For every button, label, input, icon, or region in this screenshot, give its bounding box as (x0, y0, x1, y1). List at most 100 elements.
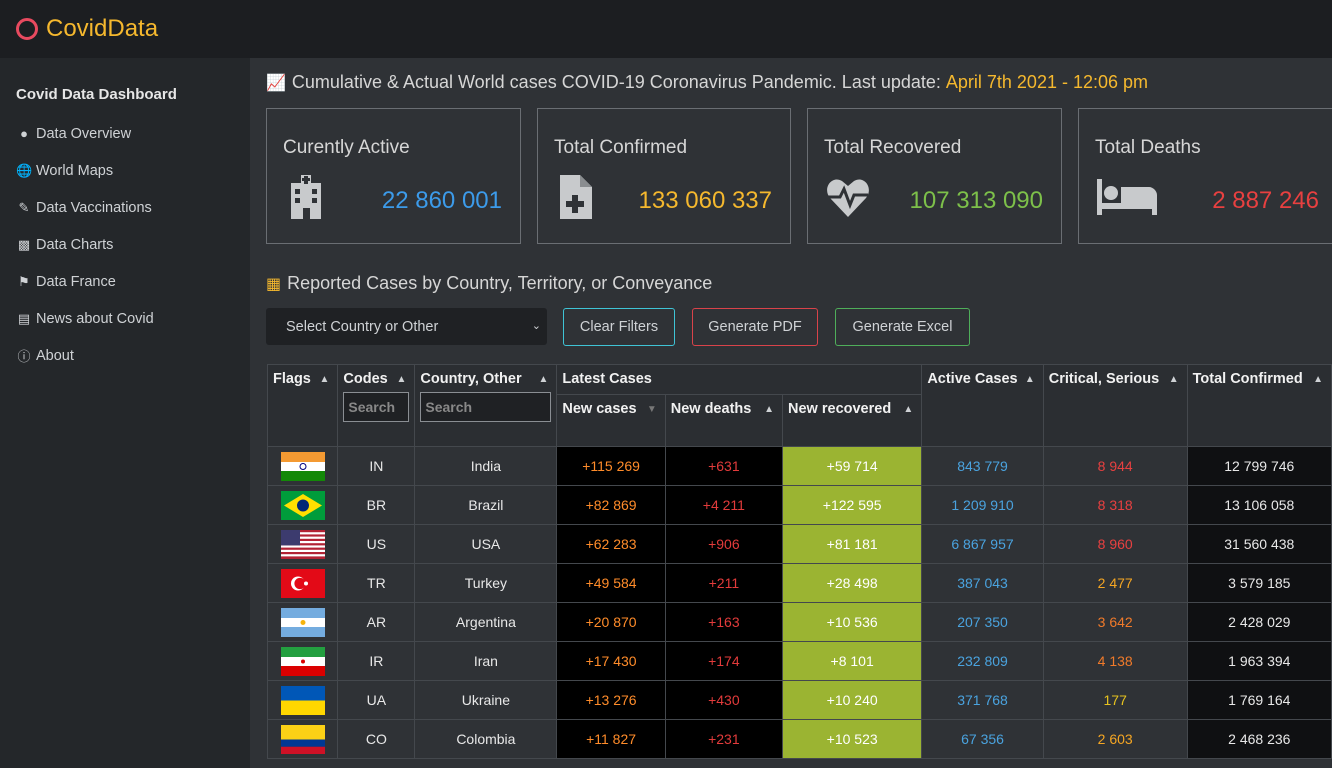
new-recovered-cell: +10 240 (782, 680, 923, 720)
new-recovered-cell: +8 101 (782, 641, 923, 681)
code-cell: UA (337, 680, 416, 720)
table-row[interactable]: US USA +62 283 +906 +81 181 6 867 957 8 960 31 … (266, 524, 1332, 564)
active-cases-cell: 232 809 (921, 641, 1044, 681)
table-row[interactable]: TR Turkey +49 584 +211 +28 498 387 043 2 477 3 … (266, 563, 1332, 603)
sort-asc-icon[interactable]: ▲ (764, 404, 774, 415)
critical-cell: 2 477 (1042, 563, 1188, 603)
flag-cell (266, 485, 339, 525)
code-cell: IR (337, 641, 416, 681)
sidebar-item-data-overview[interactable]: ● Data Overview (0, 115, 250, 152)
country-cell: Ukraine (414, 680, 558, 720)
critical-cell: 8 960 (1042, 524, 1188, 564)
card-total-recovered: Total Recovered 107 313 090 (807, 108, 1062, 244)
page-headline: 📈 Cumulative & Actual World cases COVID-… (266, 72, 1148, 93)
sidebar-item-about[interactable]: ⓘ About (0, 337, 250, 374)
flag-iran-icon (280, 646, 325, 676)
brand-name[interactable]: CovidData (46, 15, 158, 43)
code-cell: CO (337, 719, 416, 759)
country-cell: Brazil (414, 485, 558, 525)
new-deaths-cell: +4 211 (664, 485, 784, 525)
new-recovered-cell: +122 595 (782, 485, 923, 525)
table-row[interactable]: IR Iran +17 430 +174 +8 101 232 809 4 138 1 963… (266, 641, 1332, 681)
header-critical[interactable]: Critical, Serious ▲ (1042, 364, 1188, 447)
header-new-deaths[interactable]: New deaths ▲ (664, 394, 784, 447)
new-recovered-cell: +81 181 (782, 524, 923, 564)
sidebar-item-news[interactable]: ▤ News about Covid (0, 300, 250, 337)
active-cases-cell: 371 768 (921, 680, 1044, 720)
country-cell: Turkey (414, 563, 558, 603)
table-row[interactable]: BR Brazil +82 869 +4 211 +122 595 1 209 910 8 … (266, 485, 1332, 525)
sidebar: Covid Data Dashboard ● Data Overview 🌐 W… (0, 58, 250, 768)
sort-asc-icon[interactable]: ▲ (396, 374, 406, 385)
active-cases-cell: 387 043 (921, 563, 1044, 603)
sort-asc-icon[interactable]: ▲ (1025, 374, 1035, 385)
card-currently-active: Curently Active 22 860 001 (266, 108, 521, 244)
header-new-cases[interactable]: New cases ▼ (556, 394, 666, 447)
card-value: 133 060 337 (638, 187, 772, 214)
sidebar-item-label: Data Overview (36, 125, 132, 142)
sidebar-title: Covid Data Dashboard (16, 86, 177, 103)
country-search-input[interactable]: Search (420, 392, 552, 422)
header-active-cases[interactable]: Active Cases ▲ (921, 364, 1044, 447)
flag-turkey-icon (280, 568, 325, 598)
sidebar-item-world-maps[interactable]: 🌐 World Maps (0, 152, 250, 189)
sidebar-item-data-charts[interactable]: ▩ Data Charts (0, 226, 250, 263)
header-new-recovered[interactable]: New recovered ▲ (782, 394, 923, 447)
table-row[interactable]: CO Colombia +11 827 +231 +10 523 67 356 2 603 2… (266, 719, 1332, 759)
sidebar-item-label: World Maps (36, 162, 114, 179)
critical-cell: 177 (1042, 680, 1188, 720)
active-cases-cell: 67 356 (921, 719, 1044, 759)
code-cell: BR (337, 485, 416, 525)
country-select-value: Select Country or Other (286, 318, 439, 335)
codes-search-input[interactable]: Search (343, 392, 410, 422)
table-row[interactable]: AR Argentina +20 870 +163 +10 536 207 350 3 64… (266, 602, 1332, 642)
cases-table-wrapper: Flags ▲ Codes ▲ Search Country, Other ▲ Sea… (266, 364, 1332, 759)
header-total-confirmed[interactable]: Total Confirmed ▲ (1186, 364, 1332, 447)
active-cases-cell: 843 779 (921, 446, 1044, 486)
table-row[interactable]: IN India +115 269 +631 +59 714 843 779 8 944 12… (266, 446, 1332, 486)
new-deaths-cell: +174 (664, 641, 784, 681)
country-cell: Colombia (414, 719, 558, 759)
hospital-icon (291, 175, 321, 219)
card-title: Curently Active (283, 137, 410, 158)
flag-icon: ⚑ (18, 273, 30, 289)
generate-excel-button[interactable]: Generate Excel (835, 308, 970, 346)
sidebar-item-label: About (36, 347, 74, 364)
globe-icon: 🌐 (16, 162, 33, 178)
new-cases-cell: +115 269 (556, 446, 666, 486)
flag-cell (266, 680, 339, 720)
header-codes[interactable]: Codes ▲ Search (337, 364, 416, 447)
headline-text: Cumulative & Actual World cases COVID-19… (291, 72, 941, 92)
clear-filters-button[interactable]: Clear Filters (563, 308, 675, 346)
critical-cell: 8 944 (1042, 446, 1188, 486)
flag-cell (266, 641, 339, 681)
card-total-confirmed: Total Confirmed 133 060 337 (537, 108, 791, 244)
new-deaths-cell: +211 (664, 563, 784, 603)
new-cases-cell: +11 827 (556, 719, 666, 759)
country-select[interactable]: Select Country or Other ⌄ (266, 308, 547, 345)
heartbeat-icon (827, 179, 869, 217)
total-confirmed-cell: 2 468 236 (1186, 719, 1332, 759)
sidebar-item-data-france[interactable]: ⚑ Data France (0, 263, 250, 300)
table-row[interactable]: UA Ukraine +13 276 +430 +10 240 371 768 177 1 7… (266, 680, 1332, 720)
sidebar-item-label: Data France (36, 273, 116, 290)
critical-cell: 8 318 (1042, 485, 1188, 525)
sort-desc-icon[interactable]: ▼ (647, 404, 657, 415)
new-recovered-cell: +59 714 (782, 446, 923, 486)
newspaper-icon: ▤ (17, 310, 31, 326)
new-recovered-cell: +10 523 (782, 719, 923, 759)
sort-asc-icon[interactable]: ▲ (319, 374, 329, 385)
sort-asc-icon[interactable]: ▲ (903, 404, 913, 415)
sort-asc-icon[interactable]: ▲ (538, 374, 548, 385)
sidebar-item-data-vaccinations[interactable]: ✎ Data Vaccinations (0, 189, 250, 226)
header-country[interactable]: Country, Other ▲ Search (414, 364, 558, 447)
bed-icon (1097, 179, 1157, 215)
sort-asc-icon[interactable]: ▲ (1169, 374, 1179, 385)
total-confirmed-cell: 13 106 058 (1186, 485, 1332, 525)
flag-cell (266, 524, 339, 564)
sort-asc-icon[interactable]: ▲ (1313, 374, 1323, 385)
flag-india-icon (280, 451, 325, 481)
header-flags[interactable]: Flags ▲ (266, 364, 339, 447)
generate-pdf-button[interactable]: Generate PDF (692, 308, 818, 346)
new-deaths-cell: +430 (664, 680, 784, 720)
